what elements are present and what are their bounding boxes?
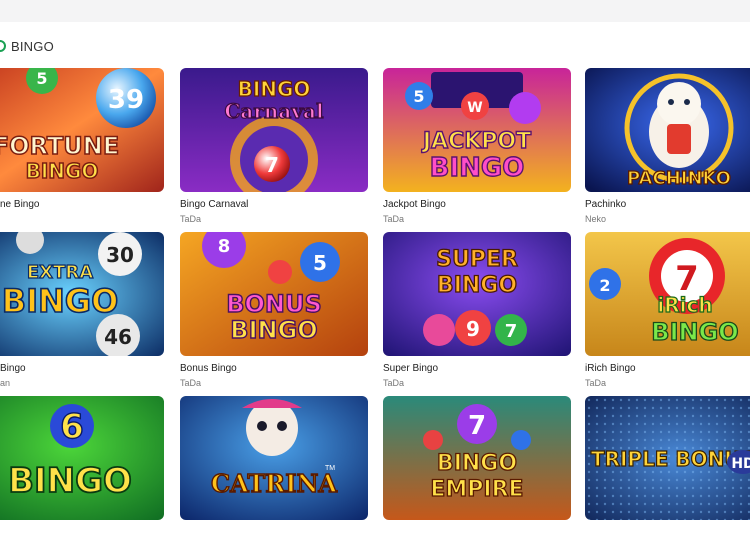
game-provider: TaDa bbox=[383, 378, 405, 388]
game-logo-text: BINGO bbox=[26, 159, 99, 183]
game-thumbnail[interactable]: 8 5 BONUS BINGO bbox=[180, 232, 368, 356]
game-thumbnail[interactable]: 5 W JACKPOT BINGO bbox=[383, 68, 571, 192]
game-thumbnail[interactable]: PACHINKO bbox=[585, 68, 750, 192]
game-thumbnail[interactable]: 5 39 FORTUNE BINGO bbox=[0, 68, 164, 192]
game-logo-text: 6 bbox=[60, 407, 84, 447]
ball-number: 5 bbox=[313, 251, 327, 275]
ball-number: 30 bbox=[106, 243, 134, 267]
game-title[interactable]: ne Bingo bbox=[0, 199, 39, 210]
game-logo-text: iRich bbox=[657, 293, 712, 317]
game-thumbnail[interactable]: 30 46 EXTRA BINGO bbox=[0, 232, 164, 356]
game-thumbnail[interactable]: 6 BINGO bbox=[0, 396, 164, 520]
game-logo-text: CATRINA bbox=[211, 469, 337, 498]
game-thumbnail[interactable]: 7 2 iRich BINGO bbox=[585, 232, 750, 356]
ball-number: W bbox=[467, 100, 482, 116]
game-logo-text: Carnaval bbox=[224, 99, 323, 123]
game-provider: TaDa bbox=[383, 214, 405, 224]
game-logo-text: BINGO bbox=[437, 273, 517, 298]
ball-number: 5 bbox=[413, 87, 424, 106]
game-provider: Neko bbox=[585, 214, 607, 224]
game-logo-text: EXTRA bbox=[27, 262, 93, 283]
game-thumbnail[interactable]: TRIPLE BONUS HD bbox=[585, 396, 750, 520]
game-thumbnail[interactable]: 7 BINGO EMPIRE bbox=[383, 396, 571, 520]
game-logo-text: BINGO bbox=[437, 451, 517, 476]
game-title[interactable]: Super Bingo bbox=[383, 363, 438, 374]
ball-number: 39 bbox=[108, 85, 144, 115]
game-thumbnail[interactable]: CATRINA TM bbox=[180, 396, 368, 520]
game-title[interactable]: iRich Bingo bbox=[585, 363, 636, 374]
game-logo-text: BINGO bbox=[651, 318, 738, 346]
games-grid: 5 39 FORTUNE BINGO ne Bingo 7 BINGO Carn… bbox=[0, 0, 750, 536]
game-logo-text: EMPIRE bbox=[430, 477, 523, 502]
ball-number: 8 bbox=[218, 236, 231, 257]
game-logo-text: BINGO bbox=[238, 77, 311, 101]
game-thumbnail[interactable]: 9 7 SUPER BINGO bbox=[383, 232, 571, 356]
game-logo-text: JACKPOT bbox=[421, 129, 531, 154]
ball-number: 7 bbox=[265, 153, 279, 177]
game-logo-text: BINGO bbox=[430, 153, 525, 183]
game-logo-text: BINGO bbox=[230, 316, 317, 344]
ball-number: 2 bbox=[599, 276, 610, 295]
game-thumbnail[interactable]: 7 BINGO Carnaval bbox=[180, 68, 368, 192]
game-title[interactable]: Pachinko bbox=[585, 199, 626, 210]
game-logo-text: HD bbox=[731, 456, 750, 472]
ball-number: 5 bbox=[36, 69, 47, 88]
ball-number: 9 bbox=[466, 317, 480, 341]
game-title[interactable]: Jackpot Bingo bbox=[383, 199, 446, 210]
game-logo-text: TRIPLE BONUS bbox=[591, 447, 750, 471]
game-provider: an bbox=[0, 378, 11, 388]
game-title[interactable]: Bingo bbox=[0, 363, 26, 374]
game-logo-text: BINGO bbox=[8, 461, 132, 501]
game-provider: TaDa bbox=[180, 214, 202, 224]
game-logo-text: PACHINKO bbox=[627, 168, 731, 189]
ball-number: 46 bbox=[104, 325, 132, 349]
game-logo-text: FORTUNE bbox=[0, 132, 119, 160]
game-logo-text: SUPER bbox=[436, 247, 518, 272]
ball-number: 7 bbox=[468, 411, 486, 441]
game-logo-text: BINGO bbox=[2, 282, 119, 320]
game-title[interactable]: Bonus Bingo bbox=[180, 363, 237, 374]
ball-number: 7 bbox=[505, 321, 518, 342]
game-provider: TaDa bbox=[180, 378, 202, 388]
game-logo-text: BONUS bbox=[226, 290, 322, 318]
trademark-mark: TM bbox=[325, 465, 335, 472]
game-provider: TaDa bbox=[585, 378, 607, 388]
game-title[interactable]: Bingo Carnaval bbox=[180, 199, 248, 210]
